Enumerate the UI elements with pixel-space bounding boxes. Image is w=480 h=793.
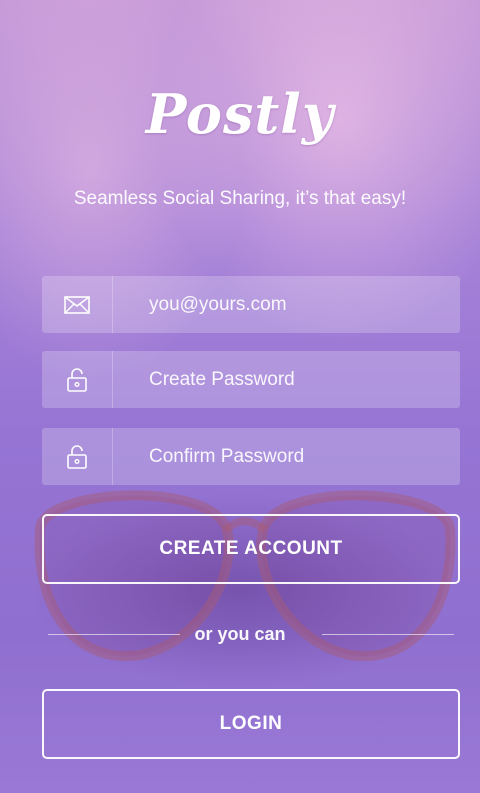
unlock-icon: [67, 444, 87, 469]
create-account-button[interactable]: CREATE ACCOUNT: [42, 514, 460, 584]
sunglasses-background-image: [34, 490, 456, 662]
envelope-icon: [64, 295, 90, 314]
app-logo: Postly: [145, 82, 335, 146]
create-password-input[interactable]: [113, 351, 460, 408]
email-field[interactable]: [42, 276, 460, 333]
confirm-icon-cell: [42, 428, 113, 485]
divider-right: [322, 634, 454, 635]
tagline: Seamless Social Sharing, it’s that easy!: [73, 188, 407, 209]
password-icon-cell: [42, 351, 113, 408]
confirm-password-field[interactable]: [42, 428, 460, 485]
unlock-icon: [67, 367, 87, 392]
login-button[interactable]: LOGIN: [42, 689, 460, 759]
email-input[interactable]: [113, 276, 460, 333]
create-password-field[interactable]: [42, 351, 460, 408]
confirm-password-input[interactable]: [113, 428, 460, 485]
email-icon-cell: [42, 276, 113, 333]
